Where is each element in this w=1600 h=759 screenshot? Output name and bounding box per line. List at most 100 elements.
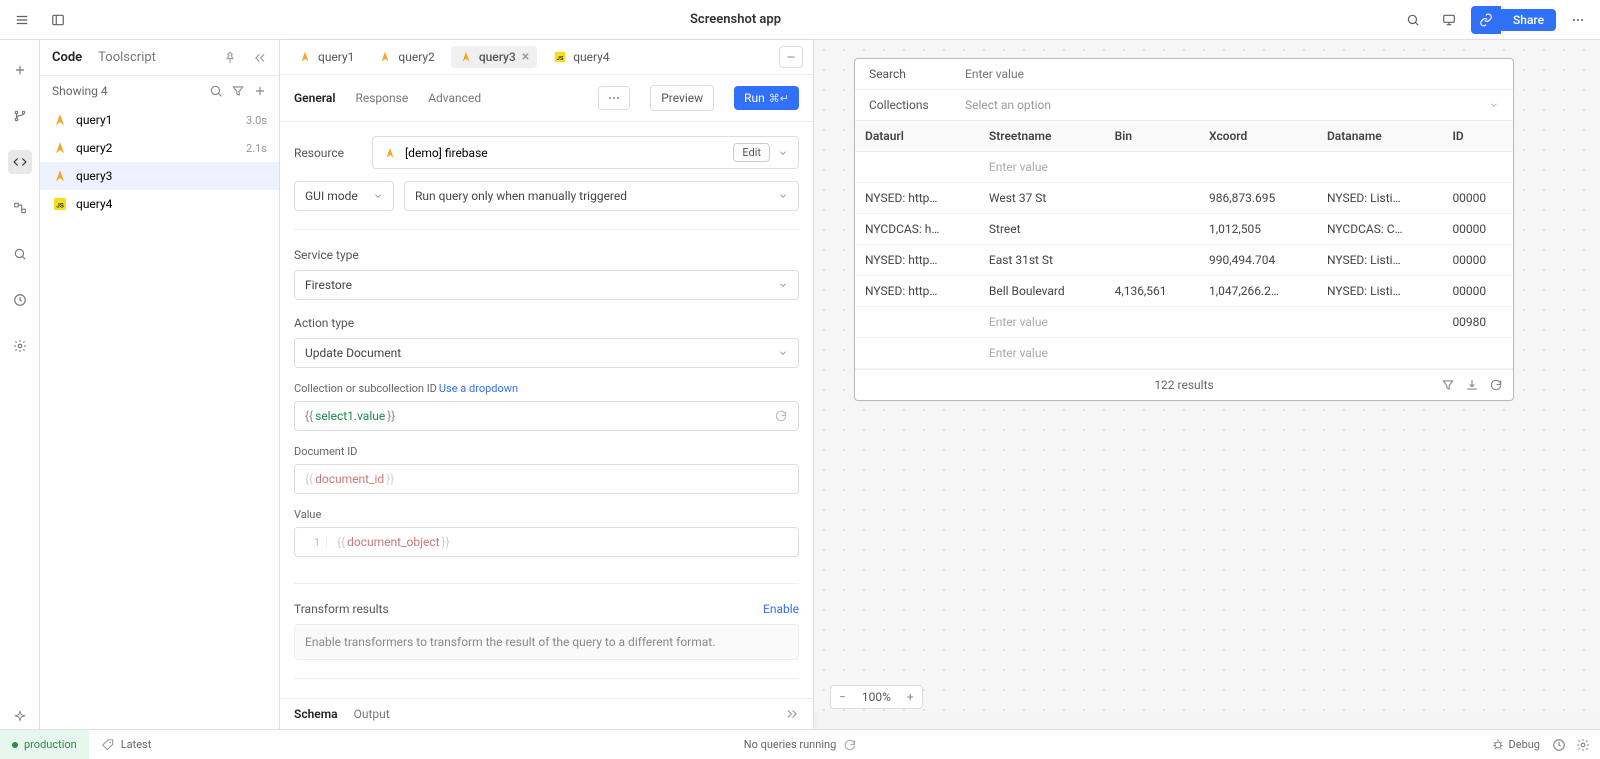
cell[interactable]: 4,136,561	[1105, 276, 1199, 307]
refresh-icon[interactable]	[842, 738, 856, 752]
filter-icon[interactable]	[1441, 378, 1455, 392]
resource-select[interactable]: [demo] firebase Edit	[372, 136, 799, 169]
column-header[interactable]: Dataname	[1317, 121, 1442, 152]
cell[interactable]	[855, 338, 979, 369]
search-button[interactable]	[1399, 6, 1427, 34]
cell[interactable]	[1317, 152, 1442, 183]
cell[interactable]	[1442, 152, 1513, 183]
collapse-icon[interactable]	[253, 51, 267, 65]
help-icon[interactable]	[1576, 738, 1590, 752]
canvas[interactable]: Search Collections Select an option Data…	[814, 40, 1600, 713]
editor-tab-query1[interactable]: query1	[290, 46, 362, 68]
query-item-query4[interactable]: query4	[40, 190, 279, 218]
cell[interactable]	[1317, 338, 1442, 369]
service-type-select[interactable]: Firestore	[294, 270, 799, 300]
cell[interactable]: Enter value	[979, 307, 1105, 338]
search-input[interactable]	[965, 67, 1499, 81]
cell[interactable]: 00000	[1442, 276, 1513, 307]
document-id-input[interactable]: {{ document_id }}	[294, 464, 799, 494]
column-header[interactable]: Xcoord	[1199, 121, 1317, 152]
cell[interactable]	[1199, 152, 1317, 183]
subtab-advanced[interactable]: Advanced	[428, 91, 481, 105]
cell[interactable]: NYSED: Listi…	[1317, 276, 1442, 307]
table-row[interactable]: NYSED: http…Bell Boulevard4,136,5611,047…	[855, 276, 1513, 307]
cell[interactable]: NYSED: Listi…	[1317, 245, 1442, 276]
more-button[interactable]	[1564, 6, 1592, 34]
chevron-up-icon[interactable]	[785, 707, 799, 721]
table-row[interactable]: Enter value	[855, 338, 1513, 369]
environment-badge[interactable]: production	[0, 730, 89, 759]
cell[interactable]	[1105, 245, 1199, 276]
cell[interactable]: 1,012,505	[1199, 214, 1317, 245]
cell[interactable]: Enter value	[979, 338, 1105, 369]
use-dropdown-link[interactable]: Use a dropdown	[439, 382, 518, 395]
cell[interactable]	[1105, 214, 1199, 245]
cell[interactable]	[1199, 307, 1317, 338]
cell[interactable]: 990,494.704	[1199, 245, 1317, 276]
tab-toolscript[interactable]: Toolscript	[98, 50, 156, 65]
table-row[interactable]: NYSED: http…East 31st St990,494.704NYSED…	[855, 245, 1513, 276]
editor-tab-query3[interactable]: query3×	[451, 46, 537, 68]
cell[interactable]: 00000	[1442, 183, 1513, 214]
schema-tab[interactable]: Schema	[294, 707, 338, 721]
cell[interactable]: West 37 St	[979, 183, 1105, 214]
rail-code[interactable]	[8, 150, 32, 174]
query-item-query1[interactable]: query13.0s	[40, 106, 279, 134]
download-icon[interactable]	[1465, 378, 1479, 392]
enable-transform-link[interactable]: Enable	[763, 602, 799, 616]
run-mode-select[interactable]: Run query only when manually triggered	[404, 181, 799, 211]
action-type-select[interactable]: Update Document	[294, 338, 799, 368]
refresh-icon[interactable]	[1489, 378, 1503, 392]
column-header[interactable]: ID	[1442, 121, 1513, 152]
plus-icon[interactable]	[253, 84, 267, 98]
cell[interactable]	[1105, 338, 1199, 369]
run-button[interactable]: Run⌘↵	[734, 86, 799, 110]
rail-search[interactable]	[8, 242, 32, 266]
share-button[interactable]: Share	[1501, 9, 1556, 31]
cell[interactable]	[1199, 338, 1317, 369]
cell[interactable]: East 31st St	[979, 245, 1105, 276]
panel-toggle-button[interactable]	[44, 6, 72, 34]
rail-ai[interactable]	[8, 705, 32, 729]
cell[interactable]: 00980	[1442, 307, 1513, 338]
rail-settings[interactable]	[8, 334, 32, 358]
cell[interactable]: NYCDCAS: h…	[855, 214, 979, 245]
column-header[interactable]: Streetname	[979, 121, 1105, 152]
cell[interactable]: NYSED: Listi…	[1317, 183, 1442, 214]
version-badge[interactable]: Latest	[89, 738, 164, 752]
cell[interactable]	[855, 152, 979, 183]
cell[interactable]	[855, 307, 979, 338]
column-header[interactable]: Dataurl	[855, 121, 979, 152]
query-item-query3[interactable]: query3	[40, 162, 279, 190]
rail-flow[interactable]	[8, 196, 32, 220]
rail-add[interactable]	[8, 58, 32, 82]
edit-resource-button[interactable]: Edit	[733, 143, 770, 162]
preview-button[interactable]: Preview	[650, 85, 714, 111]
cell[interactable]: 1,047,266.2…	[1199, 276, 1317, 307]
cell[interactable]: Bell Boulevard	[979, 276, 1105, 307]
cell[interactable]	[1317, 307, 1442, 338]
menu-button[interactable]	[8, 6, 36, 34]
editor-more-button[interactable]	[598, 86, 630, 110]
output-tab[interactable]: Output	[354, 707, 390, 721]
rail-branch[interactable]	[8, 104, 32, 128]
subtab-response[interactable]: Response	[355, 91, 408, 105]
collections-select[interactable]: Select an option	[965, 98, 1499, 112]
tab-code[interactable]: Code	[52, 50, 82, 65]
cell[interactable]: 986,873.695	[1199, 183, 1317, 214]
table-row[interactable]: Enter value 00980	[855, 307, 1513, 338]
cell[interactable]: Enter value	[979, 152, 1105, 183]
cell[interactable]	[1105, 307, 1199, 338]
rail-history[interactable]	[8, 288, 32, 312]
clock-icon[interactable]	[1552, 738, 1566, 752]
query-item-query2[interactable]: query22.1s	[40, 134, 279, 162]
cell[interactable]	[1442, 338, 1513, 369]
copy-link-button[interactable]	[1471, 6, 1501, 34]
column-header[interactable]: Bin	[1105, 121, 1199, 152]
cell[interactable]	[1105, 152, 1199, 183]
debug-label[interactable]: Debug	[1509, 738, 1540, 751]
cell[interactable]: Street	[979, 214, 1105, 245]
cell[interactable]: NYCDCAS: C…	[1317, 214, 1442, 245]
gui-mode-select[interactable]: GUI mode	[294, 181, 394, 211]
subtab-general[interactable]: General	[294, 91, 335, 105]
